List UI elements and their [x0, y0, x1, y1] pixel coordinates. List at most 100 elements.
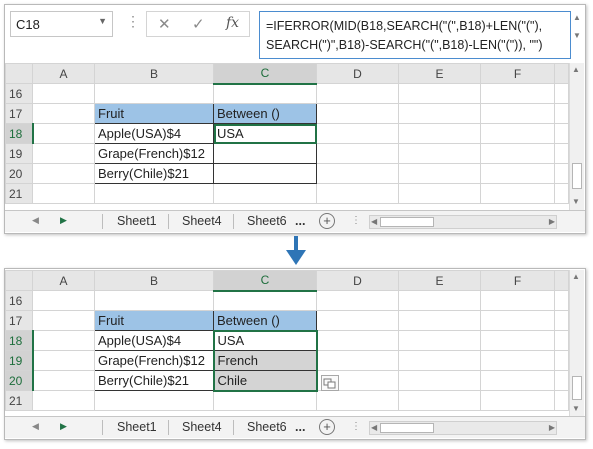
- table-header-between[interactable]: Between (): [213, 310, 317, 331]
- chevron-left-icon[interactable]: ◀: [371, 217, 377, 226]
- chevron-left-icon[interactable]: ◀: [371, 423, 377, 432]
- more-tabs-button[interactable]: ...: [295, 420, 305, 434]
- vertical-scrollbar[interactable]: ▲ ▼: [569, 270, 584, 416]
- cell[interactable]: [316, 143, 399, 164]
- cell[interactable]: [554, 183, 569, 204]
- row-header[interactable]: 17: [5, 310, 33, 331]
- check-icon[interactable]: ✓: [192, 15, 205, 33]
- cell[interactable]: [398, 310, 481, 331]
- cell[interactable]: [398, 350, 481, 371]
- column-header-a[interactable]: A: [32, 270, 95, 291]
- chevron-down-icon[interactable]: ▼: [98, 16, 107, 26]
- cell[interactable]: [554, 143, 569, 164]
- column-header-f[interactable]: F: [480, 63, 555, 84]
- cell[interactable]: [316, 163, 399, 184]
- scroll-thumb[interactable]: [380, 217, 434, 227]
- chevron-up-icon[interactable]: ▲: [572, 65, 580, 74]
- row-header[interactable]: 21: [5, 390, 33, 411]
- cell[interactable]: [32, 103, 95, 124]
- sheet-tab-6[interactable]: Sheet6: [247, 420, 287, 434]
- cell[interactable]: [554, 290, 569, 311]
- cell[interactable]: [32, 330, 95, 351]
- cell[interactable]: [480, 290, 555, 311]
- cell[interactable]: [316, 103, 399, 124]
- table-cell[interactable]: Grape(French)$12: [94, 143, 214, 164]
- cell[interactable]: [554, 370, 569, 391]
- selected-cell[interactable]: USA: [212, 329, 318, 351]
- row-header[interactable]: 17: [5, 103, 33, 124]
- scroll-thumb[interactable]: [572, 376, 582, 400]
- cell[interactable]: [32, 370, 95, 391]
- chevron-down-icon[interactable]: ▼: [573, 31, 581, 40]
- table-cell[interactable]: [213, 143, 317, 164]
- cell[interactable]: [94, 183, 214, 204]
- vertical-scrollbar[interactable]: ▲ ▼: [569, 63, 584, 210]
- cell[interactable]: [213, 83, 317, 104]
- table-header-between[interactable]: Between (): [213, 103, 317, 124]
- cell[interactable]: [480, 330, 555, 351]
- column-header-f[interactable]: F: [480, 270, 555, 291]
- cell[interactable]: [480, 123, 555, 144]
- cell[interactable]: [398, 163, 481, 184]
- cell[interactable]: [554, 83, 569, 104]
- column-header-b[interactable]: B: [94, 270, 214, 291]
- cell[interactable]: [316, 183, 399, 204]
- column-header-c[interactable]: C: [213, 63, 317, 85]
- add-sheet-icon[interactable]: +: [319, 213, 335, 229]
- tab-prev-icon[interactable]: ◀: [32, 421, 39, 432]
- cell[interactable]: [94, 290, 214, 311]
- name-box[interactable]: C18 ▼: [10, 11, 113, 37]
- table-cell[interactable]: Grape(French)$12: [94, 350, 214, 371]
- table-cell[interactable]: [213, 163, 317, 184]
- cell[interactable]: [554, 163, 569, 184]
- cell[interactable]: [480, 103, 555, 124]
- cell[interactable]: [480, 350, 555, 371]
- cell[interactable]: [94, 83, 214, 104]
- row-header[interactable]: 20: [5, 370, 34, 391]
- cell[interactable]: [398, 123, 481, 144]
- cell[interactable]: [398, 370, 481, 391]
- row-header[interactable]: 19: [5, 350, 34, 371]
- cell[interactable]: [316, 310, 399, 331]
- column-header-e[interactable]: E: [398, 270, 481, 291]
- column-header-c[interactable]: C: [213, 270, 317, 292]
- table-header-fruit[interactable]: Fruit: [94, 103, 214, 124]
- chevron-down-icon[interactable]: ▼: [572, 404, 580, 413]
- horizontal-scrollbar[interactable]: ◀ ▶: [369, 215, 557, 229]
- select-all-corner[interactable]: [5, 63, 33, 84]
- chevron-up-icon[interactable]: ▲: [573, 13, 581, 22]
- cell[interactable]: [480, 390, 555, 411]
- cell[interactable]: [32, 183, 95, 204]
- row-header[interactable]: 20: [5, 163, 33, 184]
- chevron-right-icon[interactable]: ▶: [549, 423, 555, 432]
- sheet-tab-1[interactable]: Sheet1: [117, 214, 157, 228]
- cell[interactable]: [316, 350, 399, 371]
- cell[interactable]: [554, 310, 569, 331]
- cell[interactable]: [554, 103, 569, 124]
- add-sheet-icon[interactable]: +: [319, 419, 335, 435]
- row-header[interactable]: 16: [5, 83, 33, 104]
- table-cell[interactable]: Berry(Chile)$21: [94, 370, 214, 391]
- cell[interactable]: [398, 83, 481, 104]
- cell[interactable]: [480, 370, 555, 391]
- table-cell[interactable]: Berry(Chile)$21: [94, 163, 214, 184]
- quick-analysis-icon[interactable]: [321, 375, 339, 391]
- selected-cell[interactable]: Chile: [212, 370, 318, 392]
- row-header[interactable]: 16: [5, 290, 33, 311]
- cell[interactable]: [213, 390, 317, 411]
- cell[interactable]: [398, 183, 481, 204]
- cell[interactable]: [398, 290, 481, 311]
- cell[interactable]: [32, 310, 95, 331]
- column-header-d[interactable]: D: [316, 63, 399, 84]
- scroll-thumb[interactable]: [380, 423, 434, 433]
- cell[interactable]: [213, 183, 317, 204]
- cell[interactable]: [398, 330, 481, 351]
- cell[interactable]: [316, 330, 399, 351]
- column-header-a[interactable]: A: [32, 63, 95, 84]
- horizontal-scrollbar[interactable]: ◀ ▶: [369, 421, 557, 435]
- tab-next-icon[interactable]: ▶: [60, 215, 67, 226]
- sheet-tab-4[interactable]: Sheet4: [182, 214, 222, 228]
- cell[interactable]: [32, 83, 95, 104]
- row-header[interactable]: 19: [5, 143, 33, 164]
- cell[interactable]: [32, 143, 95, 164]
